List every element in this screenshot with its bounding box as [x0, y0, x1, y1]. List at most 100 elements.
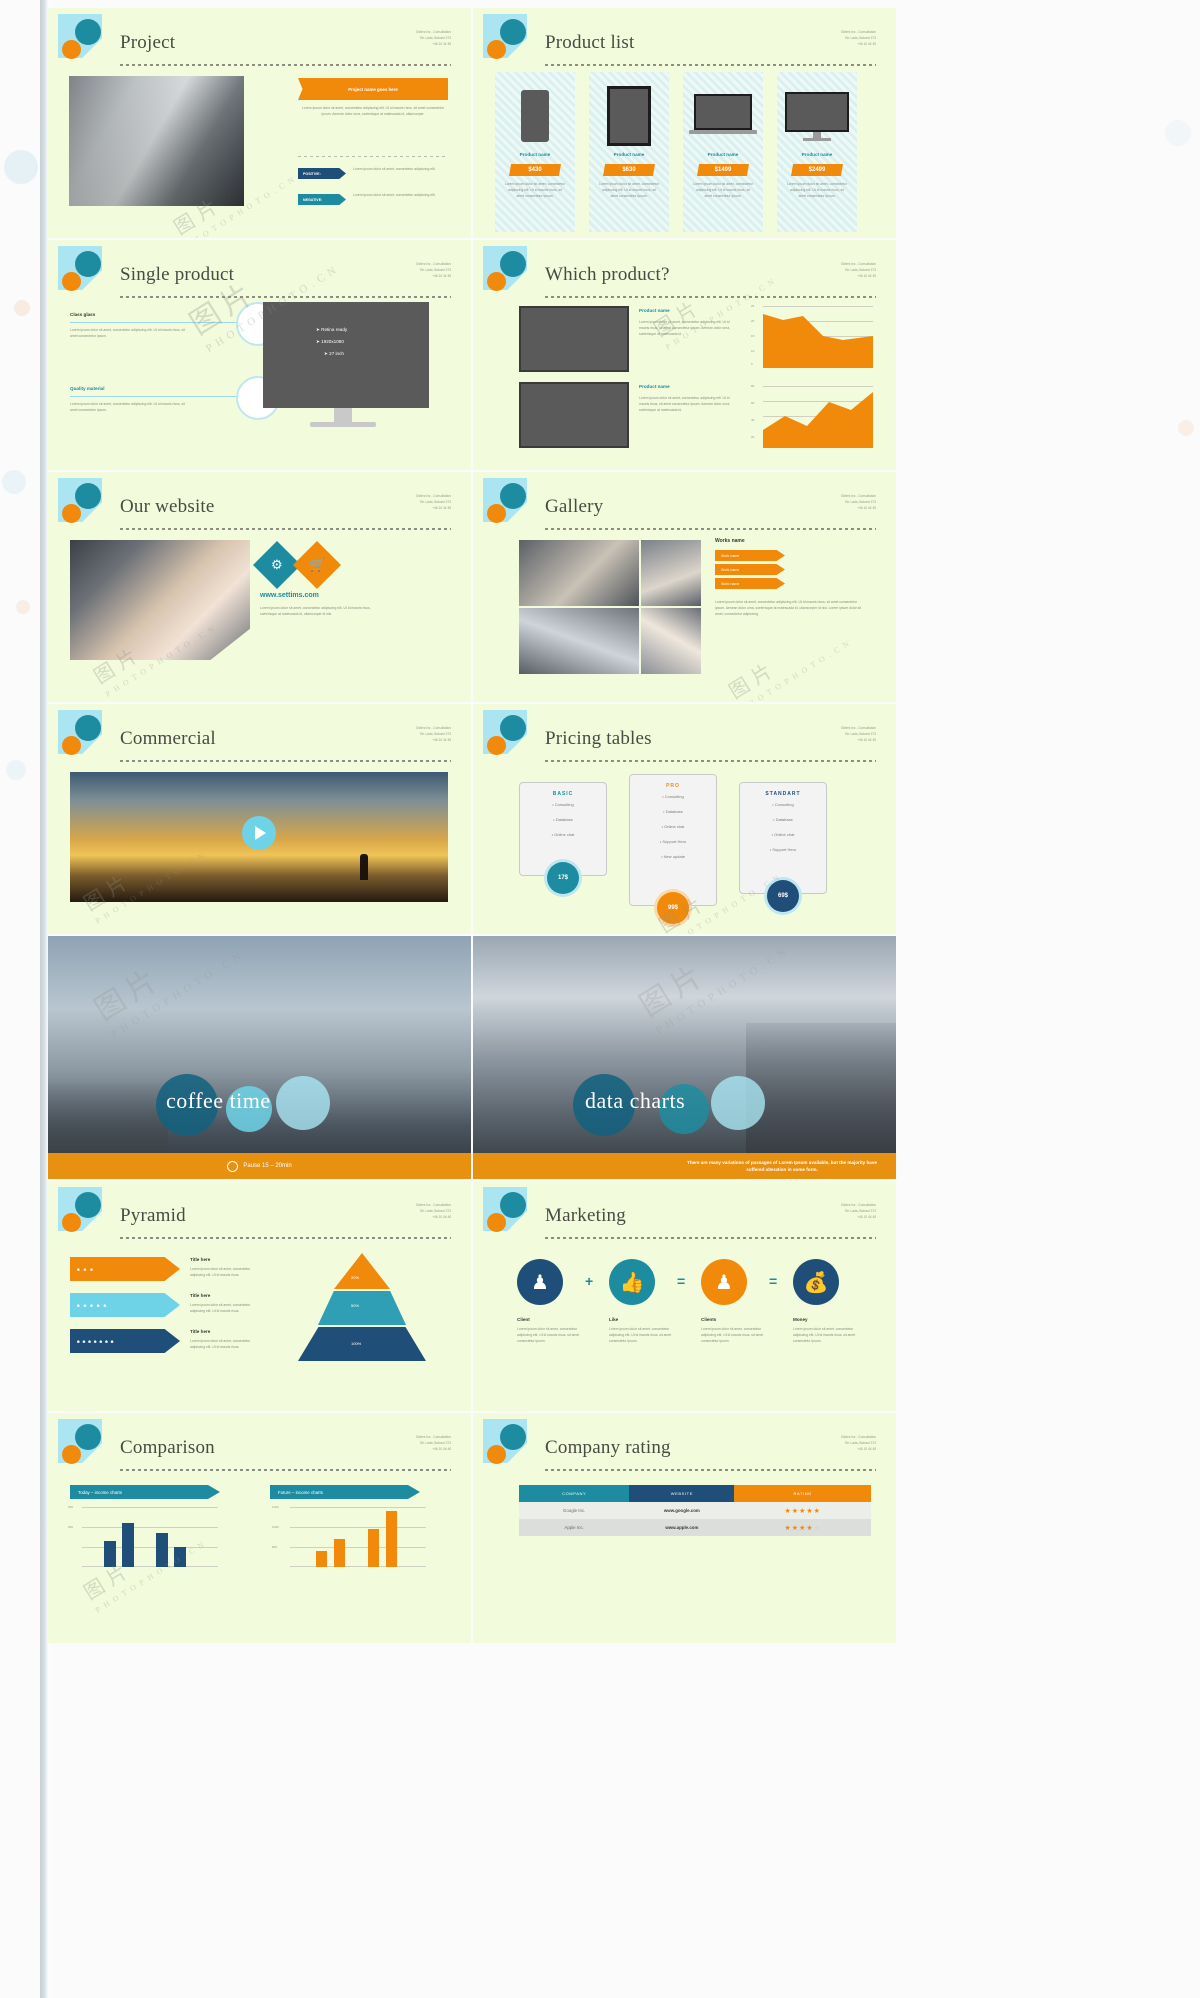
play-button[interactable]	[242, 816, 276, 850]
slide-title: coffee time	[166, 1088, 271, 1113]
slide-our-website[interactable]: Our website Odiers Inc - Consultation Str…	[48, 472, 471, 702]
slide-deck: Project Odiers Inc - Consultation Str. La…	[48, 8, 896, 1645]
title-rule	[120, 1237, 451, 1239]
product-screen	[519, 382, 629, 448]
deco-dot	[4, 150, 38, 184]
step-text: Lorem ipsum dolor sit amet, consectetur …	[793, 1327, 856, 1343]
work-item[interactable]: Work name	[715, 550, 785, 561]
works-title: Works name	[715, 538, 745, 544]
slide-data-charts[interactable]: data charts There are many variations of…	[473, 936, 896, 1179]
title-rule	[120, 760, 451, 762]
product-name: Product name	[801, 152, 833, 157]
gallery-photo[interactable]	[641, 608, 701, 674]
plan-price-badge[interactable]: 17$	[547, 862, 579, 894]
gallery-photo[interactable]	[641, 540, 701, 606]
phone-device-icon	[521, 90, 549, 142]
slide-comparison[interactable]: Comparison Odiers Inc - Consultation Str.…	[48, 1413, 471, 1643]
contact-block: Odiers Inc - Consultation Str. Lada, Boto…	[840, 1435, 876, 1451]
pyramid-level-top	[334, 1253, 390, 1289]
page-title: Gallery	[545, 496, 604, 517]
slide-gallery[interactable]: Gallery Odiers Inc - Consultation Str. La…	[473, 472, 896, 702]
corner-decoration	[58, 246, 110, 298]
slide-pyramid[interactable]: Pyramid Odiers Inc - Consultation Str. La…	[48, 1181, 471, 1411]
pyramid-level-mid-label: 50%	[351, 1303, 360, 1308]
product-card[interactable]: Product name $1499 Lorem ipsum dolor sit…	[683, 72, 763, 232]
tag-positive-text: Lorem ipsum dolor sit amet, consectetur …	[353, 167, 436, 171]
slide-marketing[interactable]: Marketing Odiers Inc - Consultation Str. …	[473, 1181, 896, 1411]
feature-text: Lorem ipsum dolor sit amet, consectetur …	[70, 402, 185, 412]
chart-bar	[316, 1551, 327, 1567]
work-item[interactable]: Work name	[715, 564, 785, 575]
chart-bar	[104, 1541, 116, 1567]
title-rule	[545, 1469, 876, 1471]
monitor-stand	[334, 408, 352, 422]
comparison-caption: Today – income charts	[70, 1485, 220, 1499]
area-chart-top: 25 20 15 10 5	[751, 304, 873, 368]
money-bag-icon: 💰	[793, 1259, 839, 1305]
slide-row: Comparison Odiers Inc - Consultation Str.…	[48, 1413, 896, 1643]
work-item[interactable]: Work name	[715, 578, 785, 589]
band-title: Title here	[190, 1329, 211, 1334]
contact-block: Odiers Inc - Consultation Str. Lada, Boto…	[840, 726, 876, 742]
slide-product-list[interactable]: Product list Odiers Inc - Consultation St…	[473, 8, 896, 238]
project-banner: Project name goes here	[298, 78, 448, 100]
deco-dot	[14, 300, 30, 316]
table-row[interactable]: Google Inc. www.google.com ★★★★★	[519, 1502, 871, 1519]
group-icon: ♟	[701, 1259, 747, 1305]
corner-decoration	[483, 14, 535, 66]
pricing-plan-standart[interactable]: STANDART • Consulting • Database • Onlin…	[739, 782, 827, 894]
step-label: Like	[609, 1317, 619, 1322]
slide-which-product[interactable]: Which product? Odiers Inc - Consultation…	[473, 240, 896, 470]
plan-name: STANDART	[765, 791, 801, 797]
bar-text: There are many variations of passages of…	[687, 1159, 877, 1172]
product-price: $430	[509, 164, 561, 176]
slide-row: coffee time Pause 15 – 20min 图片 PHOTOPHOT…	[48, 936, 896, 1179]
gallery-photo[interactable]	[519, 608, 639, 674]
plan-feature: • Support Hero	[769, 847, 797, 852]
page-title: Our website	[120, 496, 215, 517]
tag-negative-text: Lorem ipsum dolor sit amet, consectetur …	[353, 193, 436, 197]
contact-block: Odiers Inc - Consultation Str. Lada, Boto…	[415, 494, 451, 510]
pricing-plan-pro[interactable]: PRO • Consulting • Database • Online cha…	[629, 774, 717, 906]
product-name: Product name	[613, 152, 645, 157]
tag-positive: POSITIVE:	[298, 168, 346, 179]
slide-single-product[interactable]: Single product Odiers Inc - Consultation…	[48, 240, 471, 470]
product-card[interactable]: Product name $2499 Lorem ipsum dolor sit…	[777, 72, 857, 232]
callcenter-photo	[70, 540, 250, 660]
slide-project[interactable]: Project Odiers Inc - Consultation Str. La…	[48, 8, 471, 238]
product-card[interactable]: Product name $630 Lorem ipsum dolor sit …	[589, 72, 669, 232]
product-desc: Lorem ipsum dolor sit amet, consectetur …	[598, 182, 660, 198]
tag-negative: NEGATIVE:	[298, 194, 346, 205]
slide-company-rating[interactable]: Company rating Odiers Inc - Consultation…	[473, 1413, 896, 1643]
corner-decoration	[483, 1187, 535, 1239]
gallery-photo[interactable]	[519, 540, 639, 606]
clock-icon	[227, 1160, 239, 1172]
page-title: Product list	[545, 32, 635, 53]
spec-item: ➤ 1920x1080	[316, 338, 344, 344]
contact-block: Odiers Inc - Consultation Str. Lada, Boto…	[840, 494, 876, 510]
area-chart-bottom: 80 60 40 20	[751, 384, 873, 448]
slide-commercial[interactable]: Commercial Odiers Inc - Consultation Str.…	[48, 704, 471, 934]
page-title: Pricing tables	[545, 728, 652, 749]
table-row[interactable]: Apple Inc. www.apple.com ★★★★★	[519, 1519, 871, 1536]
pyramid-level-mid	[318, 1291, 406, 1325]
title-rule	[545, 64, 876, 66]
band-text: Lorem ipsum dolor sit amet, consectetur …	[190, 1267, 251, 1277]
feature-text: Lorem ipsum dolor sit amet, consectetur …	[70, 328, 185, 338]
plan-price-badge[interactable]: 69$	[767, 880, 799, 912]
corner-decoration	[483, 478, 535, 530]
slide-coffee-time[interactable]: coffee time Pause 15 – 20min 图片 PHOTOPHOT…	[48, 936, 471, 1179]
corner-decoration	[58, 478, 110, 530]
product-name: Product name	[639, 384, 670, 389]
gallery-body: Lorem ipsum dolor sit amet, consectetur …	[715, 600, 862, 616]
plan-feature: • Online chat	[771, 832, 795, 837]
deco-dot	[1165, 120, 1191, 146]
plan-price-badge[interactable]: 99$	[657, 892, 689, 924]
website-body: Lorem ipsum dolor sit amet, consectetur …	[260, 606, 371, 616]
step-text: Lorem ipsum dolor sit amet, consectetur …	[517, 1327, 580, 1343]
product-card[interactable]: Product name $430 Lorem ipsum dolor sit …	[495, 72, 575, 232]
slide-pricing-tables[interactable]: Pricing tables Odiers Inc - Consultation…	[473, 704, 896, 934]
page-title: Which product?	[545, 264, 670, 285]
pyramid-level-top-label: 20%	[351, 1275, 360, 1280]
website-url[interactable]: www.settims.com	[260, 592, 319, 599]
